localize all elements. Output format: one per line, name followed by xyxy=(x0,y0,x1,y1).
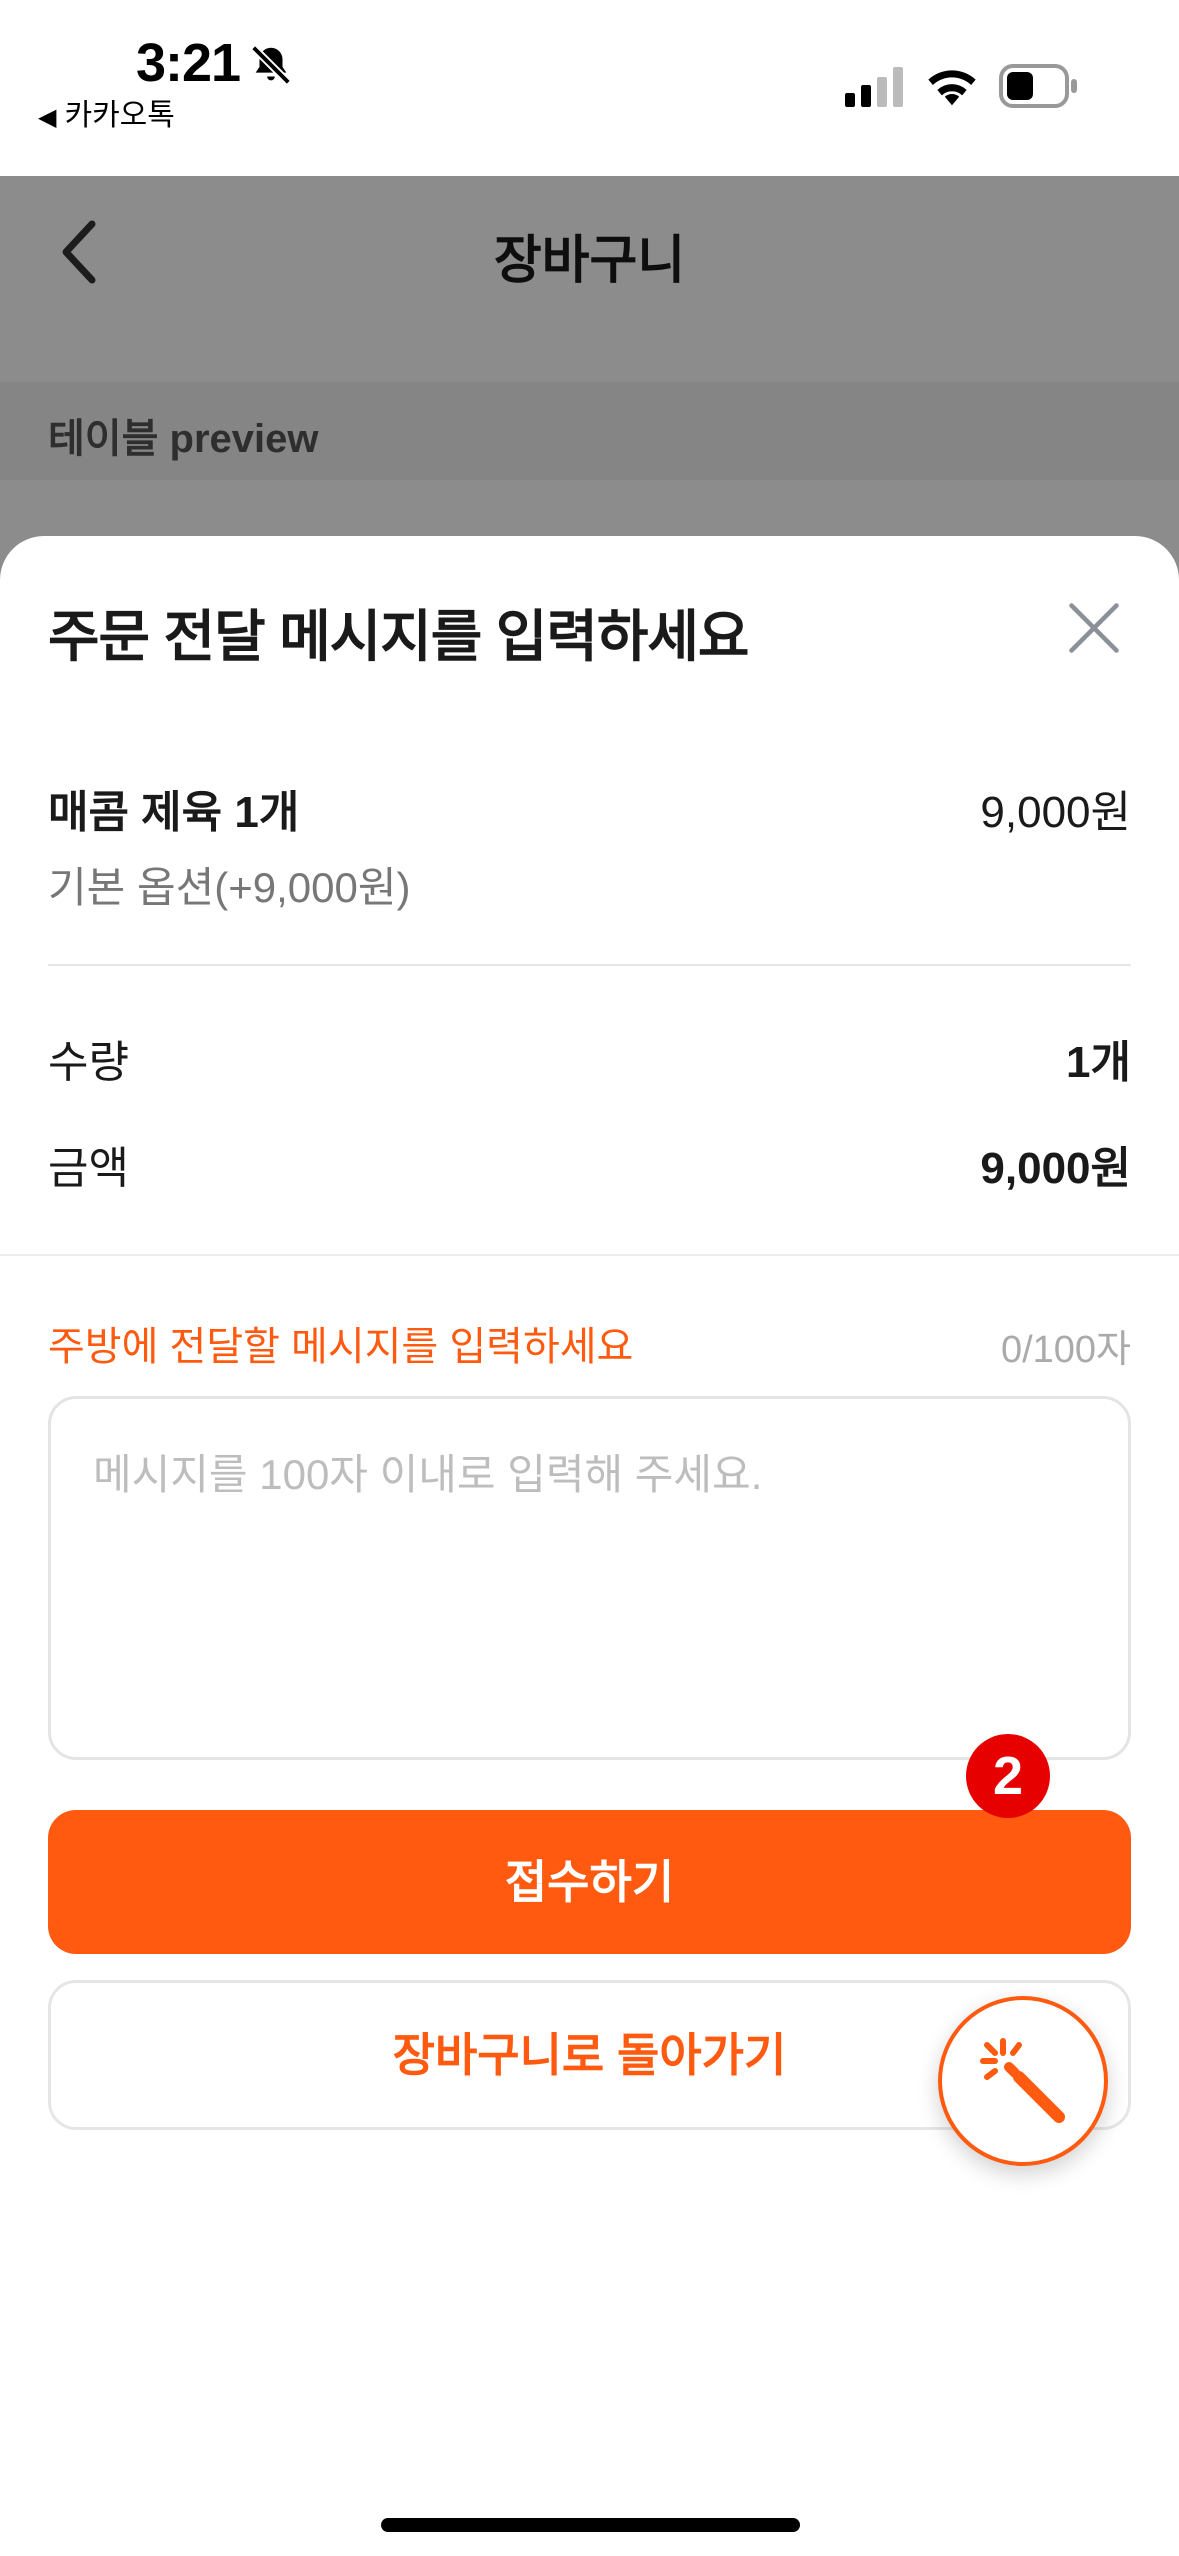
status-time: 3:21 xyxy=(136,33,241,93)
back-to-app-link[interactable]: ◀ 카카오톡 xyxy=(38,90,175,134)
magic-wand-button[interactable] xyxy=(938,1996,1108,2166)
message-input[interactable] xyxy=(51,1399,1128,1757)
battery-icon xyxy=(999,64,1077,108)
amount-value: 9,000원 xyxy=(980,1144,1131,1193)
back-app-label: 카카오톡 xyxy=(64,99,175,132)
back-triangle-icon: ◀ xyxy=(38,104,57,131)
wifi-icon xyxy=(928,70,976,106)
screen: 3:21 ◀ 카카오톡 장바구니 테이블 preview 주문 전달 메시지를 … xyxy=(0,0,1179,2556)
message-box xyxy=(48,1396,1131,1760)
quantity-value: 1개 xyxy=(1066,1038,1131,1087)
item-price: 9,000원 xyxy=(980,788,1131,837)
magic-wand-icon xyxy=(980,2038,1065,2123)
order-message-sheet: 주문 전달 메시지를 입력하세요 매콤 제육 1개 9,000원 기본 옵션(+… xyxy=(0,536,1179,2556)
status-bar: 3:21 ◀ 카카오톡 xyxy=(0,0,1179,176)
item-name: 매콤 제육 1개 xyxy=(48,788,300,837)
divider xyxy=(0,1254,1179,1256)
submit-order-button[interactable]: 접수하기 xyxy=(48,1810,1131,1954)
message-label: 주방에 전달할 메시지를 입력하세요 xyxy=(48,1325,634,1369)
bell-slash-icon xyxy=(251,45,291,85)
quantity-label: 수량 xyxy=(48,1038,129,1087)
home-indicator[interactable] xyxy=(381,2518,800,2532)
sheet-title: 주문 전달 메시지를 입력하세요 xyxy=(48,605,749,668)
amount-label: 금액 xyxy=(48,1144,129,1193)
close-icon[interactable] xyxy=(1064,598,1124,658)
step-badge: 2 xyxy=(966,1734,1050,1818)
message-char-count: 0/100자 xyxy=(1000,1329,1131,1371)
divider xyxy=(48,964,1131,966)
item-option: 기본 옵션(+9,000원) xyxy=(48,864,411,911)
signal-icon xyxy=(845,67,903,107)
